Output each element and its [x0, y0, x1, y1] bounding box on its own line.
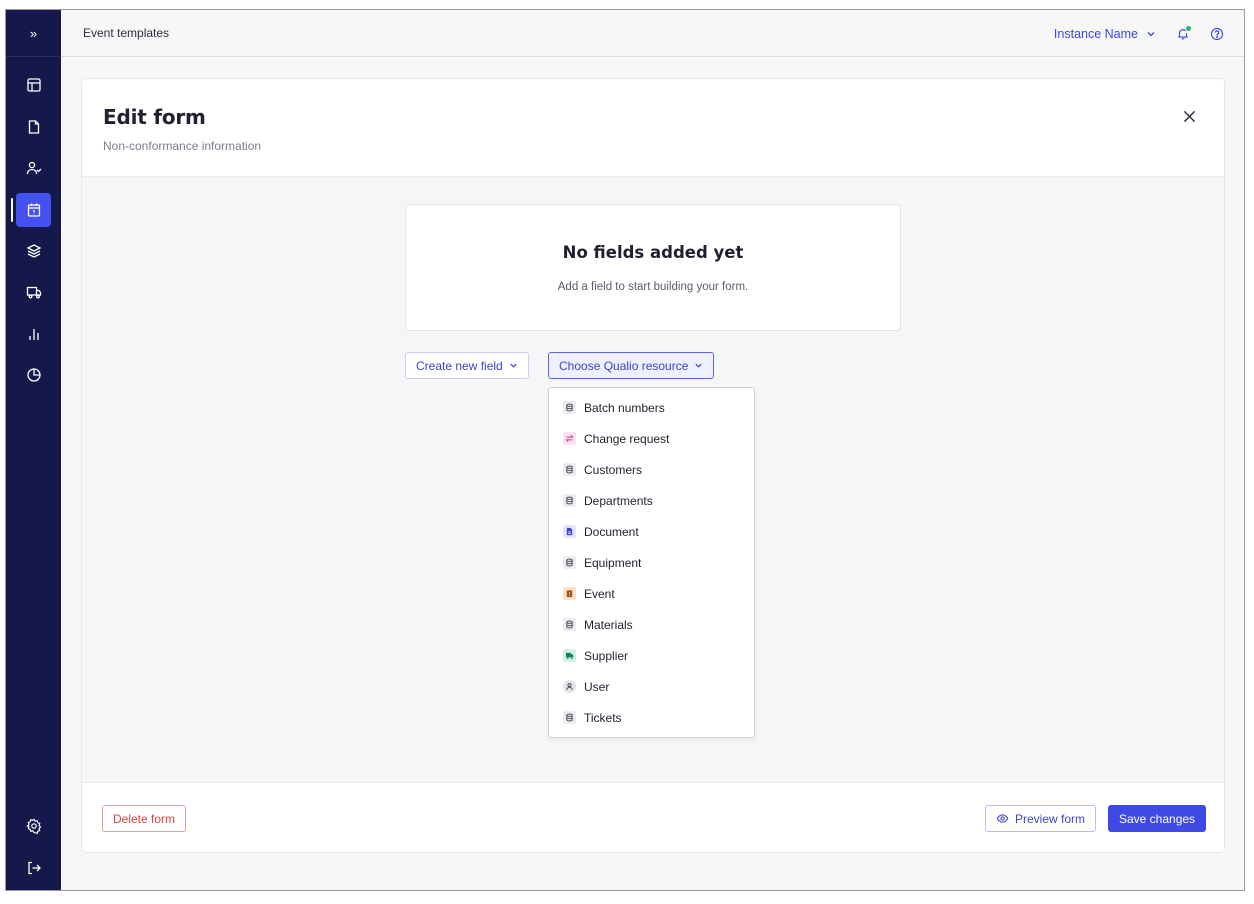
resource-menu-item[interactable]: Tickets	[549, 702, 754, 733]
chevron-down-icon	[510, 363, 517, 368]
truck-icon	[26, 286, 41, 299]
resource-menu-item-label: User	[584, 679, 610, 694]
resource-menu-item[interactable]: Change request	[549, 423, 754, 454]
delete-form-label: Delete form	[113, 811, 176, 826]
save-changes-button[interactable]: Save changes	[1108, 805, 1207, 832]
page-title: Edit form	[103, 105, 206, 129]
choose-resource-button[interactable]: Choose Qualio resource	[548, 352, 715, 379]
instance-name: Instance Name	[1053, 26, 1138, 41]
instance-selector[interactable]: Instance Name	[1054, 27, 1156, 41]
truck-icon	[563, 649, 576, 662]
empty-state-subtitle: Add a field to start building your form.	[557, 281, 749, 293]
resource-menu-item-label: Supplier	[584, 648, 629, 663]
database-icon	[563, 618, 576, 631]
user-icon	[563, 680, 576, 693]
gear-icon	[25, 818, 41, 834]
breadcrumb[interactable]: Event templates	[83, 26, 169, 40]
resource-menu-item[interactable]: Document	[549, 516, 754, 547]
sidebar-item-analytics[interactable]	[16, 358, 51, 392]
layers-icon	[26, 244, 41, 258]
calendar-alert-icon	[27, 203, 40, 217]
choose-resource-label: Choose Qualio resource	[559, 358, 689, 373]
layout-icon	[26, 78, 41, 92]
app-window: » Event templates Instance Name Edit for…	[5, 9, 1245, 891]
logout-icon	[27, 861, 41, 875]
close-icon	[1183, 110, 1195, 122]
form-builder-area: No fields added yet Add a field to start…	[82, 176, 1224, 782]
double-chevron-right-icon: »	[29, 25, 38, 41]
resource-menu-item[interactable]: Supplier	[549, 640, 754, 671]
close-button[interactable]	[1179, 106, 1199, 126]
save-changes-label: Save changes	[1119, 811, 1196, 826]
empty-state-card: No fields added yet Add a field to start…	[405, 204, 901, 331]
resource-menu-item[interactable]: Batch numbers	[549, 392, 754, 423]
delete-form-button[interactable]: Delete form	[102, 805, 187, 832]
resource-menu-item[interactable]: Equipment	[549, 547, 754, 578]
preview-form-button[interactable]: Preview form	[985, 805, 1097, 832]
document-icon	[28, 120, 39, 134]
help-icon	[1210, 27, 1224, 40]
preview-form-label: Preview form	[1015, 811, 1086, 826]
sidebar-item-events[interactable]	[16, 193, 51, 227]
database-icon	[563, 401, 576, 414]
sidebar: »	[6, 10, 61, 890]
create-new-field-button[interactable]: Create new field	[405, 352, 529, 379]
topbar-actions: Instance Name	[1054, 10, 1224, 57]
resource-menu-item-label: Departments	[584, 493, 653, 508]
sidebar-item-documents[interactable]	[16, 110, 51, 144]
event-icon	[563, 587, 576, 600]
sidebar-item-suppliers[interactable]	[16, 275, 51, 309]
resource-menu-item-label: Materials	[584, 617, 633, 632]
sidebar-item-logout[interactable]	[16, 851, 51, 885]
create-new-field-label: Create new field	[416, 358, 503, 373]
notifications-button[interactable]	[1176, 25, 1191, 41]
sidebar-item-users[interactable]	[16, 151, 51, 185]
sidebar-item-layers[interactable]	[16, 234, 51, 268]
resource-menu-item[interactable]: Materials	[549, 609, 754, 640]
database-icon	[563, 494, 576, 507]
panel-footer: Delete form Preview form Save changes	[82, 782, 1224, 852]
sidebar-item-settings[interactable]	[16, 809, 51, 843]
user-check-icon	[26, 161, 41, 175]
notification-dot	[1186, 25, 1191, 31]
resource-menu-item-label: Customers	[584, 462, 643, 477]
expand-sidebar-button[interactable]: »	[6, 10, 61, 57]
pie-chart-icon	[26, 368, 41, 382]
database-icon	[563, 556, 576, 569]
resource-menu-item[interactable]: Departments	[549, 485, 754, 516]
panel-header: Edit form Non-conformance information	[82, 79, 1224, 176]
resource-menu-item-label: Document	[584, 524, 639, 539]
resource-menu-item-label: Batch numbers	[584, 400, 665, 415]
resource-menu-item[interactable]: Event	[549, 578, 754, 609]
sidebar-item-reports[interactable]	[16, 317, 51, 351]
resource-menu-item[interactable]: User	[549, 671, 754, 702]
chevron-down-icon	[1147, 31, 1155, 36]
eye-icon	[996, 814, 1009, 823]
resource-menu-item-label: Tickets	[584, 710, 622, 725]
chevron-down-icon	[695, 363, 703, 368]
resource-menu-item-label: Event	[584, 586, 615, 601]
resource-dropdown-menu: Batch numbers Change request Customers Depa…	[548, 387, 755, 738]
resource-menu-item-label: Change request	[584, 431, 670, 446]
bar-chart-icon	[28, 329, 39, 340]
database-icon	[563, 463, 576, 476]
help-button[interactable]	[1210, 27, 1224, 41]
form-subtitle: Non-conformance information	[103, 139, 262, 153]
swap-arrows-icon	[563, 432, 576, 445]
topbar: Event templates Instance Name	[61, 10, 1244, 57]
resource-menu-item[interactable]: Customers	[549, 454, 754, 485]
sidebar-item-layout[interactable]	[16, 68, 51, 102]
resource-menu-item-label: Equipment	[584, 555, 642, 570]
empty-state-title: No fields added yet	[562, 243, 744, 262]
document-icon	[563, 525, 576, 538]
database-icon	[563, 711, 576, 724]
edit-form-panel: Edit form Non-conformance information No…	[81, 78, 1225, 853]
active-indicator	[11, 198, 13, 222]
